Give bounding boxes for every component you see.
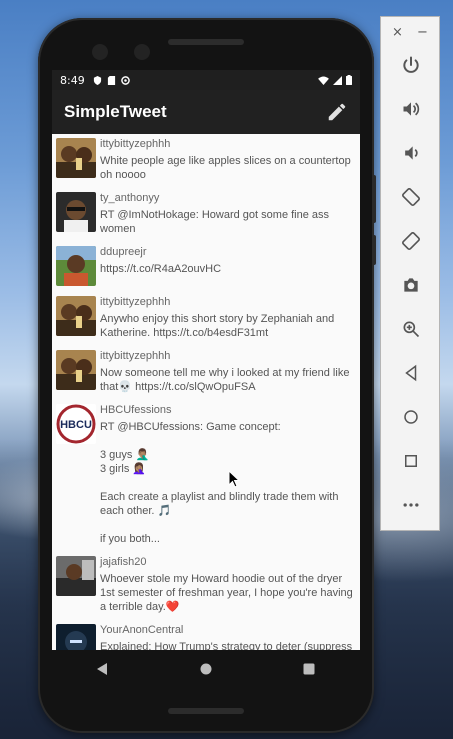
camera-icon[interactable] [399, 273, 423, 297]
avatar[interactable] [56, 192, 96, 232]
nav-back-button[interactable] [94, 660, 112, 678]
avatar[interactable] [56, 624, 96, 650]
sync-icon [120, 75, 130, 85]
home-circle-icon [200, 663, 212, 675]
pencil-icon[interactable] [326, 101, 348, 123]
phone-screen: 8:49 SimpleTweet ittybittyzephhh White p… [52, 70, 360, 650]
mouse-cursor-icon [228, 470, 240, 488]
front-camera [92, 44, 108, 60]
tweet-handle: ittybittyzephhh [100, 350, 171, 362]
app-bar: SimpleTweet [52, 90, 360, 134]
avatar[interactable]: HBCU [56, 404, 96, 444]
avatar[interactable] [56, 350, 96, 390]
earpiece-speaker [168, 39, 244, 45]
home-icon[interactable] [399, 405, 423, 429]
avatar[interactable] [56, 246, 96, 286]
volume-up-icon[interactable] [399, 97, 423, 121]
volume-rocker [372, 175, 376, 223]
tweet-handle: YourAnonCentral [100, 624, 184, 636]
tweet-text: Whoever stole my Howard hoodie out of th… [100, 573, 356, 613]
avatar[interactable] [56, 296, 96, 336]
panel-close-button[interactable]: × [392, 25, 403, 40]
zoom-icon[interactable] [399, 317, 423, 341]
wifi-icon [318, 75, 329, 85]
tweet-handle: ittybittyzephhh [100, 138, 171, 150]
tweet-item[interactable]: ittybittyzephhh Now someone tell me why … [52, 346, 360, 400]
tweet-text: https://t.co/R4aA2ouvHC [100, 263, 222, 275]
tweet-handle: HBCUfessions [100, 404, 172, 416]
tweet-item[interactable]: ittybittyzephhh Anywho enjoy this short … [52, 292, 360, 346]
tweet-text: RT @ImNotHokage: Howard got some fine as… [100, 209, 333, 235]
volume-down-icon[interactable] [399, 141, 423, 165]
tweet-text: Now someone tell me why i looked at my f… [100, 367, 353, 393]
back-icon[interactable] [399, 361, 423, 385]
power-button-hw [372, 235, 376, 265]
tweet-handle: ty_anthonyy [100, 192, 160, 204]
nav-home-button[interactable] [197, 660, 215, 678]
battery-icon [346, 75, 352, 85]
status-bar: 8:49 [52, 70, 360, 90]
tweet-item[interactable]: jajafish20 Whoever stole my Howard hoodi… [52, 552, 360, 620]
tweet-item[interactable]: YourAnonCentral Explained: How Trump's s… [52, 620, 360, 650]
rotate-right-icon[interactable] [399, 229, 423, 253]
avatar-badge-text: HBCU [60, 419, 92, 431]
shield-icon [93, 75, 101, 85]
android-nav-bar [52, 650, 360, 688]
tweet-item[interactable]: HBCU HBCUfessions RT @HBCUfessions: Game… [52, 400, 360, 552]
more-icon[interactable] [399, 493, 423, 517]
sd-card-icon [107, 75, 115, 85]
panel-minimize-button[interactable]: − [417, 25, 428, 40]
tweet-handle: jajafish20 [100, 556, 147, 568]
tweet-item[interactable]: ddupreejr https://t.co/R4aA2ouvHC [52, 242, 360, 292]
tweet-item[interactable]: ittybittyzephhh White people age like ap… [52, 134, 360, 188]
bottom-speaker [168, 708, 244, 714]
overview-square-icon [303, 663, 315, 675]
emulator-control-panel: × − [380, 16, 440, 531]
tweet-text: Anywho enjoy this short story by Zephani… [100, 313, 338, 339]
overview-icon[interactable] [399, 449, 423, 473]
back-triangle-icon [97, 663, 108, 675]
signal-icon [333, 75, 342, 85]
rotate-left-icon[interactable] [399, 185, 423, 209]
app-title: SimpleTweet [64, 102, 167, 121]
tweet-text: Explained: How Trump's strategy to deter… [100, 641, 353, 650]
tweet-timeline[interactable]: ittybittyzephhh White people age like ap… [52, 134, 360, 650]
front-sensor [134, 44, 150, 60]
nav-overview-button[interactable] [300, 660, 318, 678]
tweet-handle: ittybittyzephhh [100, 296, 171, 308]
tweet-handle: ddupreejr [100, 246, 147, 258]
tweet-text: White people age like apples slices on a… [100, 155, 354, 181]
status-time: 8:49 [60, 73, 85, 87]
avatar[interactable] [56, 556, 96, 596]
tweet-item[interactable]: ty_anthonyy RT @ImNotHokage: Howard got … [52, 188, 360, 242]
avatar[interactable] [56, 138, 96, 178]
power-icon[interactable] [399, 53, 423, 77]
